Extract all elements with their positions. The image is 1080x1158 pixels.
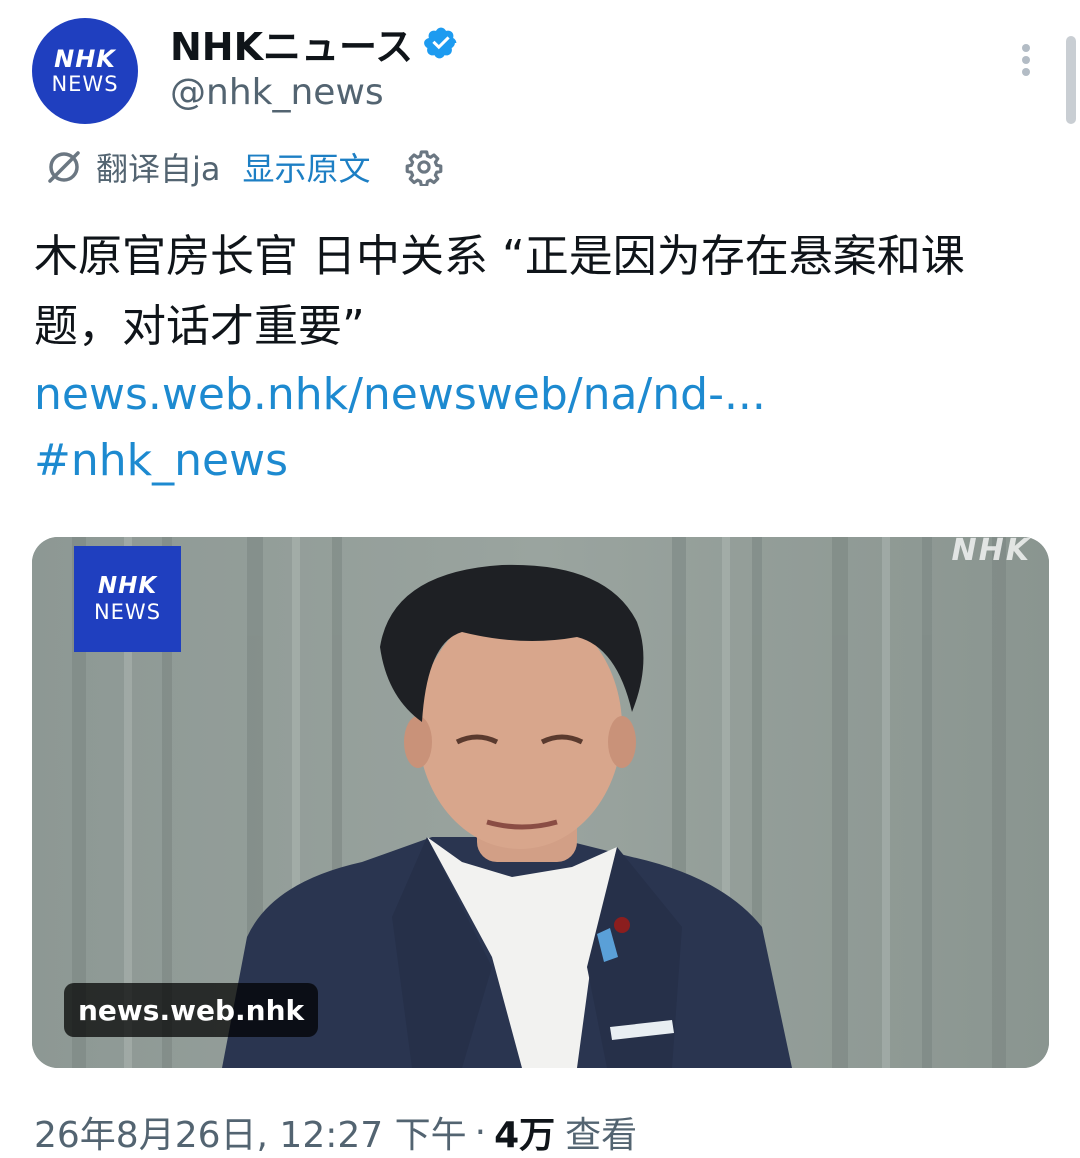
views-label: 查看 (565, 1115, 638, 1156)
translated-from-label: 翻译自ja (96, 150, 221, 188)
verified-badge-icon (424, 27, 457, 59)
tweet-meta: 26年8月26日, 12:27 下午 · 4万 查看 (34, 1104, 637, 1158)
gear-icon[interactable] (405, 148, 443, 186)
user-handle[interactable]: @nhk_news (170, 72, 384, 113)
avatar[interactable]: NHK NEWS (32, 18, 138, 124)
display-name[interactable]: NHKニュース (170, 16, 413, 71)
nhk-logo-line2: NEWS (93, 600, 162, 624)
media-watermark: NHK (951, 537, 1031, 568)
timestamp[interactable]: 26年8月26日, 12:27 下午 (34, 1106, 467, 1158)
avatar-logo-line1: NHK (54, 45, 116, 73)
author-name-row: NHKニュース (170, 20, 459, 69)
show-original-link[interactable]: 显示原文 (243, 144, 371, 190)
translation-bar: 翻译自ja 显示原文 (44, 144, 443, 190)
meta-separator: · (474, 1111, 487, 1153)
translate-icon (48, 151, 80, 183)
media-image[interactable]: NHK NHK NEWS news.web.nhk (32, 537, 1049, 1068)
tweet-link[interactable]: news.web.nhk/newsweb/na/nd-... (34, 362, 766, 428)
nhk-news-logo: NHK NEWS (74, 546, 181, 652)
tweet-text: 木原官房长官 日中关系 “正是因为存在悬案和课题，对话才重要” (34, 231, 965, 352)
nhk-logo-line1: NHK (97, 573, 158, 599)
more-vertical-icon[interactable] (1014, 40, 1038, 80)
avatar-logo-line2: NEWS (51, 72, 119, 96)
views-count: 4万 (494, 1115, 556, 1156)
scrollbar[interactable] (1066, 36, 1076, 124)
tweet-hashtag[interactable]: #nhk_news (34, 428, 288, 494)
media-source-label[interactable]: news.web.nhk (64, 983, 319, 1037)
